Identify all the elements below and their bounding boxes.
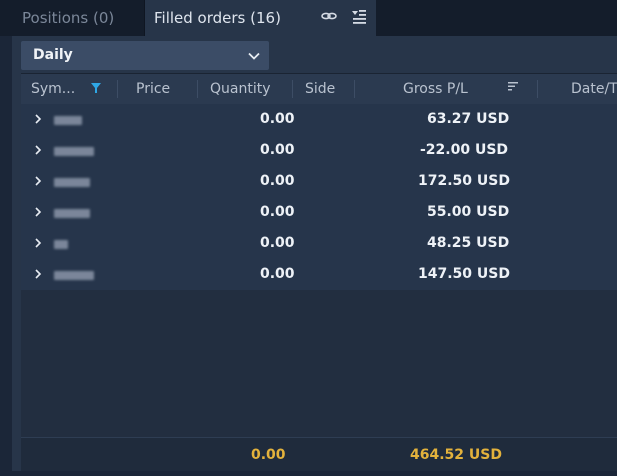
column-divider[interactable]	[537, 80, 538, 98]
tab-filled-orders[interactable]: Filled orders (16)	[145, 0, 376, 36]
chevron-right-icon[interactable]	[32, 268, 44, 280]
symbol-redacted	[54, 147, 94, 156]
row-gross-pl: -22.00 USD	[420, 142, 509, 158]
table-row[interactable]: 0.00 55.00 USD	[21, 197, 617, 228]
column-header-symbol[interactable]: Sym...	[31, 74, 75, 104]
row-gross-pl: 48.25 USD	[427, 235, 510, 251]
tab-positions[interactable]: Positions (0)	[12, 0, 144, 36]
symbol-redacted	[54, 178, 90, 187]
grid-header: Sym... Price Quantity Side Gross P/L Dat…	[21, 73, 617, 104]
symbol-redacted	[54, 116, 82, 125]
orders-grid: Sym... Price Quantity Side Gross P/L Dat…	[21, 73, 617, 472]
symbol-redacted	[54, 209, 90, 218]
column-divider[interactable]	[117, 80, 118, 98]
column-divider[interactable]	[354, 80, 355, 98]
row-gross-pl: 55.00 USD	[427, 204, 510, 220]
row-gross-pl: 147.50 USD	[418, 266, 510, 282]
chevron-down-icon	[248, 52, 260, 60]
tab-bar: Positions (0) Filled orders (16)	[0, 0, 617, 36]
column-divider[interactable]	[292, 80, 293, 98]
table-row[interactable]: 0.00 48.25 USD	[21, 228, 617, 259]
table-row[interactable]: 0.00 63.27 USD	[21, 104, 617, 135]
row-quantity: 0.00	[260, 204, 295, 220]
panel-bottom-edge	[12, 471, 617, 476]
collapse-list-icon[interactable]	[350, 7, 368, 25]
column-divider[interactable]	[197, 80, 198, 98]
row-gross-pl: 172.50 USD	[418, 173, 510, 189]
symbol-redacted	[54, 240, 68, 249]
sort-icon[interactable]	[507, 81, 519, 93]
row-quantity: 0.00	[260, 111, 295, 127]
row-quantity: 0.00	[260, 142, 295, 158]
chevron-right-icon[interactable]	[32, 175, 44, 187]
column-header-side[interactable]: Side	[305, 74, 335, 104]
column-header-datetime[interactable]: Date/T	[571, 74, 617, 104]
totals-row: 0.00 464.52 USD	[21, 437, 617, 472]
row-quantity: 0.00	[260, 173, 295, 189]
total-quantity: 0.00	[251, 447, 286, 463]
tab-filled-orders-label: Filled orders (16)	[154, 9, 281, 27]
row-gross-pl: 63.27 USD	[427, 111, 510, 127]
chevron-right-icon[interactable]	[32, 113, 44, 125]
chevron-right-icon[interactable]	[32, 206, 44, 218]
column-header-price[interactable]: Price	[136, 74, 170, 104]
table-row[interactable]: 0.00 147.50 USD	[21, 259, 617, 290]
column-header-gross-pl[interactable]: Gross P/L	[403, 74, 468, 104]
filter-icon[interactable]	[90, 82, 102, 94]
orders-rows: 0.00 63.27 USD 0.00 -22.00 USD 0.00 172.…	[21, 104, 617, 290]
column-header-quantity[interactable]: Quantity	[210, 74, 271, 104]
row-quantity: 0.00	[260, 266, 295, 282]
symbol-redacted	[54, 271, 94, 280]
row-quantity: 0.00	[260, 235, 295, 251]
chevron-right-icon[interactable]	[32, 237, 44, 249]
period-dropdown-value: Daily	[33, 47, 73, 63]
total-gross-pl: 464.52 USD	[410, 447, 502, 463]
table-row[interactable]: 0.00 -22.00 USD	[21, 135, 617, 166]
link-icon[interactable]	[320, 7, 338, 25]
chevron-right-icon[interactable]	[32, 144, 44, 156]
left-gutter	[0, 36, 12, 476]
period-dropdown[interactable]: Daily	[21, 41, 269, 70]
table-row[interactable]: 0.00 172.50 USD	[21, 166, 617, 197]
